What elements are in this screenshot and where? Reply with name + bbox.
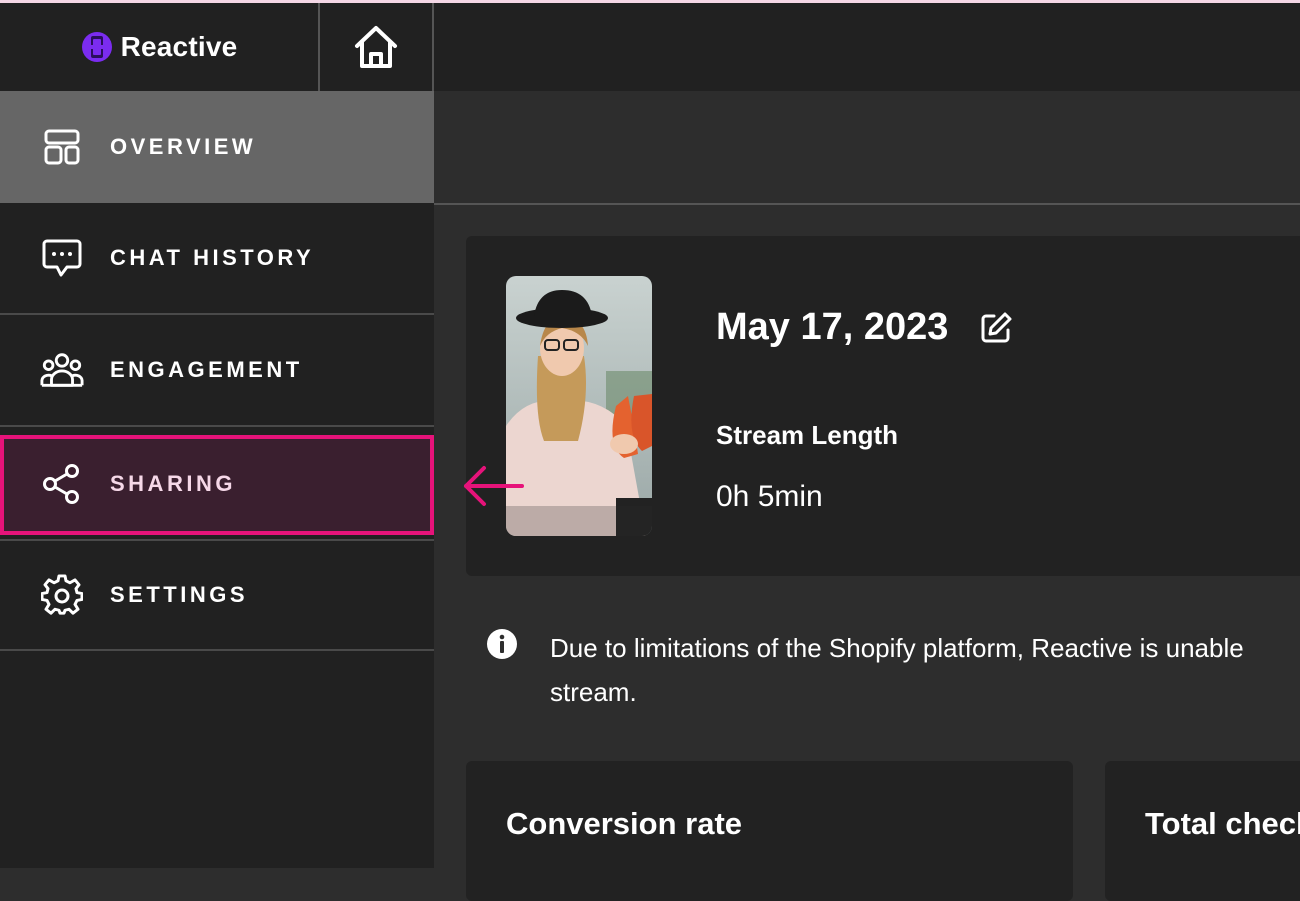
info-icon bbox=[487, 629, 517, 659]
sidebar-item-sharing[interactable]: SHARING bbox=[0, 435, 434, 535]
home-icon bbox=[355, 26, 397, 68]
sidebar: OVERVIEW CHAT HISTORY ENGAGEMENT SHARING… bbox=[0, 91, 434, 868]
stream-thumbnail-image bbox=[506, 276, 652, 536]
stream-thumbnail[interactable] bbox=[506, 276, 652, 536]
stream-length-value: 0h 5min bbox=[716, 480, 823, 513]
top-bar: Reactive bbox=[0, 3, 1300, 93]
stream-date: May 17, 2023 bbox=[716, 306, 949, 348]
share-icon bbox=[40, 462, 84, 506]
edit-icon[interactable] bbox=[978, 310, 1014, 346]
arrow-left-icon bbox=[464, 466, 524, 506]
reactive-logo-icon bbox=[81, 32, 112, 62]
sidebar-item-label: CHAT HISTORY bbox=[110, 245, 315, 270]
sidebar-item-chat-history[interactable]: CHAT HISTORY bbox=[0, 203, 434, 315]
users-icon bbox=[40, 348, 84, 392]
sidebar-item-settings[interactable]: SETTINGS bbox=[0, 539, 434, 651]
home-button[interactable] bbox=[320, 3, 434, 91]
chat-bubble-icon bbox=[40, 236, 84, 280]
shopify-limitation-notice: Due to limitations of the Shopify platfo… bbox=[550, 633, 1244, 707]
sidebar-item-label: ENGAGEMENT bbox=[110, 357, 303, 382]
sidebar-item-label: OVERVIEW bbox=[110, 134, 257, 159]
layout-icon bbox=[40, 125, 84, 169]
metric-title: Total check bbox=[1145, 806, 1300, 841]
brand[interactable]: Reactive bbox=[0, 3, 320, 91]
stream-length-label: Stream Length bbox=[716, 420, 899, 450]
sidebar-item-label: SETTINGS bbox=[110, 582, 249, 607]
metric-title: Conversion rate bbox=[506, 806, 743, 841]
sidebar-item-engagement[interactable]: ENGAGEMENT bbox=[0, 315, 434, 427]
sidebar-item-overview[interactable]: OVERVIEW bbox=[0, 91, 434, 203]
sidebar-item-label: SHARING bbox=[110, 471, 236, 496]
gear-icon bbox=[40, 573, 84, 617]
app-name: Reactive bbox=[120, 31, 238, 62]
main-header bbox=[434, 91, 1300, 205]
